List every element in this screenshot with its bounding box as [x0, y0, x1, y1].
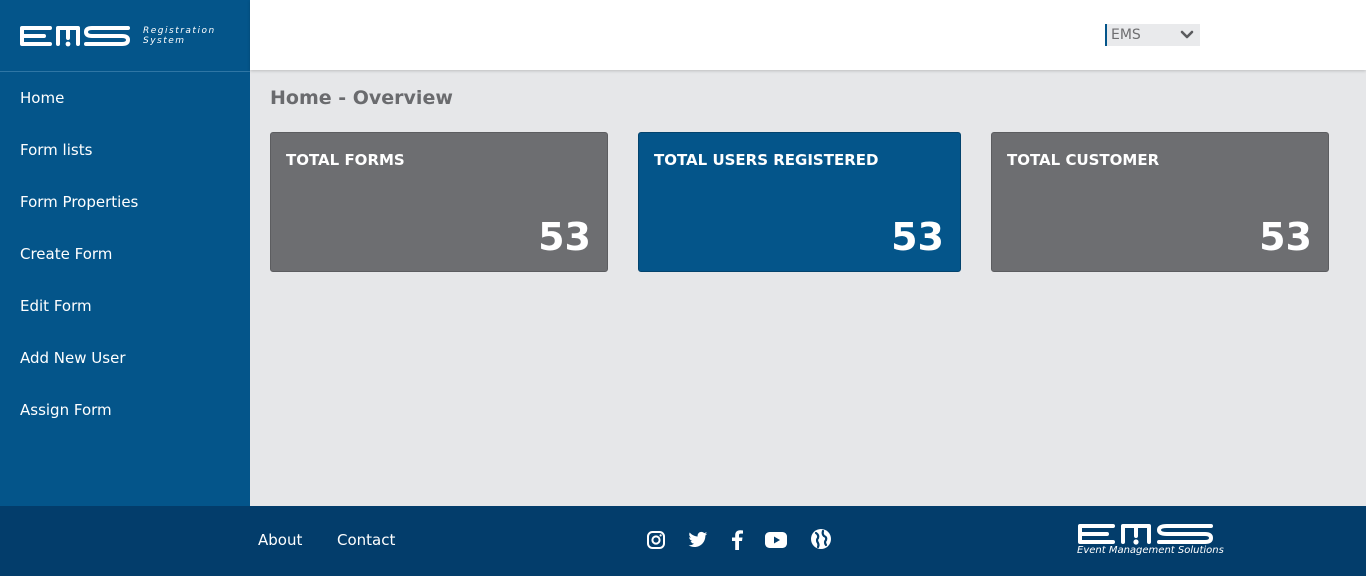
page-title: Home - Overview — [270, 87, 453, 109]
twitter-icon[interactable] — [687, 529, 709, 551]
sidebar-item-form-lists[interactable]: Form lists — [0, 124, 250, 176]
sidebar-item-label: Form lists — [20, 141, 93, 159]
chevron-down-icon — [1180, 30, 1194, 39]
instagram-icon[interactable] — [645, 529, 667, 551]
sidebar-item-edit-form[interactable]: Edit Form — [0, 280, 250, 332]
footer-tagline: Event Management Solutions — [1077, 545, 1224, 556]
sidebar-nav: Home Form lists Form Properties Create F… — [0, 72, 250, 436]
logo-subtitle-line2: System — [143, 36, 186, 46]
app-logo-subtitle: Registration System — [143, 26, 216, 46]
card-value: 53 — [891, 215, 944, 259]
card-value: 53 — [1259, 215, 1312, 259]
card-label: TOTAL CUSTOMER — [1007, 151, 1160, 169]
card-value: 53 — [538, 215, 591, 259]
total-customer-card[interactable]: TOTAL CUSTOMER 53 — [991, 132, 1329, 272]
sidebar-item-add-new-user[interactable]: Add New User — [0, 332, 250, 384]
footer: About Contact Event Management Solutions — [0, 506, 1366, 576]
globe-icon[interactable] — [810, 528, 832, 550]
top-header: EMS — [250, 0, 1366, 70]
ems-footer-logo-icon — [1078, 524, 1213, 545]
sidebar-item-label: Edit Form — [20, 297, 92, 315]
youtube-icon[interactable] — [765, 529, 787, 551]
sidebar-item-home[interactable]: Home — [0, 72, 250, 124]
sidebar-item-label: Assign Form — [20, 401, 112, 419]
sidebar-item-create-form[interactable]: Create Form — [0, 228, 250, 280]
sidebar: Registration System Home Form lists Form… — [0, 0, 250, 506]
card-label: TOTAL USERS REGISTERED — [654, 151, 879, 169]
organization-select-value: EMS — [1111, 27, 1141, 43]
app-logo[interactable]: Registration System — [0, 0, 250, 72]
logo-subtitle-line1: Registration — [143, 26, 216, 36]
sidebar-item-assign-form[interactable]: Assign Form — [0, 384, 250, 436]
total-users-registered-card[interactable]: TOTAL USERS REGISTERED 53 — [638, 132, 961, 272]
sidebar-item-label: Home — [20, 89, 65, 107]
footer-link-about[interactable]: About — [258, 531, 302, 549]
footer-link-contact[interactable]: Contact — [337, 531, 395, 549]
organization-select[interactable]: EMS — [1105, 24, 1200, 46]
sidebar-item-label: Form Properties — [20, 193, 139, 211]
sidebar-item-label: Add New User — [20, 349, 126, 367]
ems-logo-icon — [20, 26, 130, 47]
facebook-icon[interactable] — [726, 529, 748, 551]
total-forms-card[interactable]: TOTAL FORMS 53 — [270, 132, 608, 272]
sidebar-item-form-properties[interactable]: Form Properties — [0, 176, 250, 228]
card-label: TOTAL FORMS — [286, 151, 405, 169]
sidebar-item-label: Create Form — [20, 245, 113, 263]
